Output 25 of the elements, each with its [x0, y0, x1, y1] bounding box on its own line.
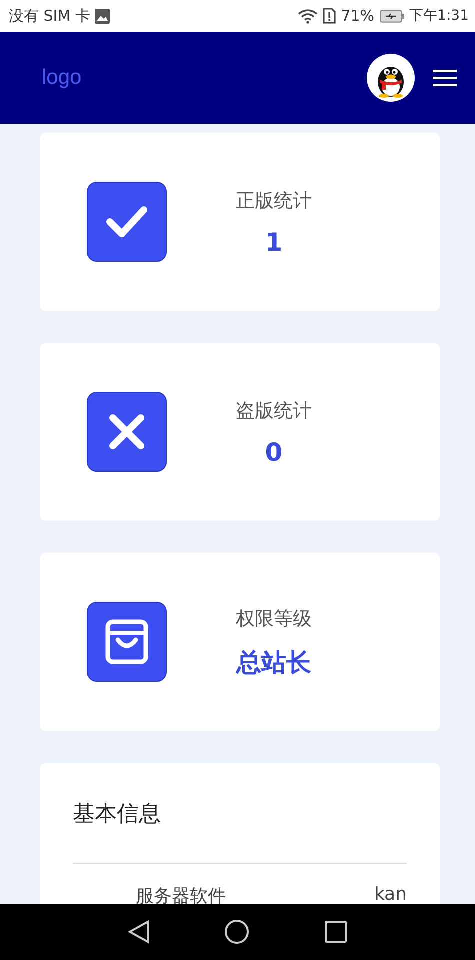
battery-icon	[380, 10, 405, 22]
close-icon	[108, 413, 146, 451]
avatar-icon[interactable]	[367, 54, 415, 102]
stat-value: 1	[265, 228, 283, 256]
alert-icon	[323, 8, 336, 24]
section-title: 基本信息	[73, 801, 162, 829]
stat-label: 正版统计	[236, 188, 312, 214]
image-icon	[95, 8, 110, 24]
info-label: 服务器软件	[136, 885, 226, 908]
stat-value: 总站长	[236, 646, 312, 678]
clock-text: 下午1:31	[410, 7, 469, 25]
check-icon	[106, 205, 148, 239]
logo-text[interactable]: logo	[42, 66, 82, 90]
carrier-text: 没有 SIM 卡	[9, 6, 90, 26]
recents-icon[interactable]	[325, 921, 348, 943]
menu-icon[interactable]	[433, 69, 457, 87]
stat-label: 权限等级	[236, 606, 312, 632]
home-icon[interactable]	[225, 920, 250, 944]
stat-value: 0	[265, 438, 283, 466]
back-icon[interactable]	[128, 920, 150, 944]
wifi-icon	[298, 8, 318, 24]
battery-percent: 71%	[341, 7, 375, 25]
info-value: kan	[374, 884, 407, 907]
bag-icon	[105, 619, 149, 665]
stat-label: 盗版统计	[236, 398, 312, 424]
